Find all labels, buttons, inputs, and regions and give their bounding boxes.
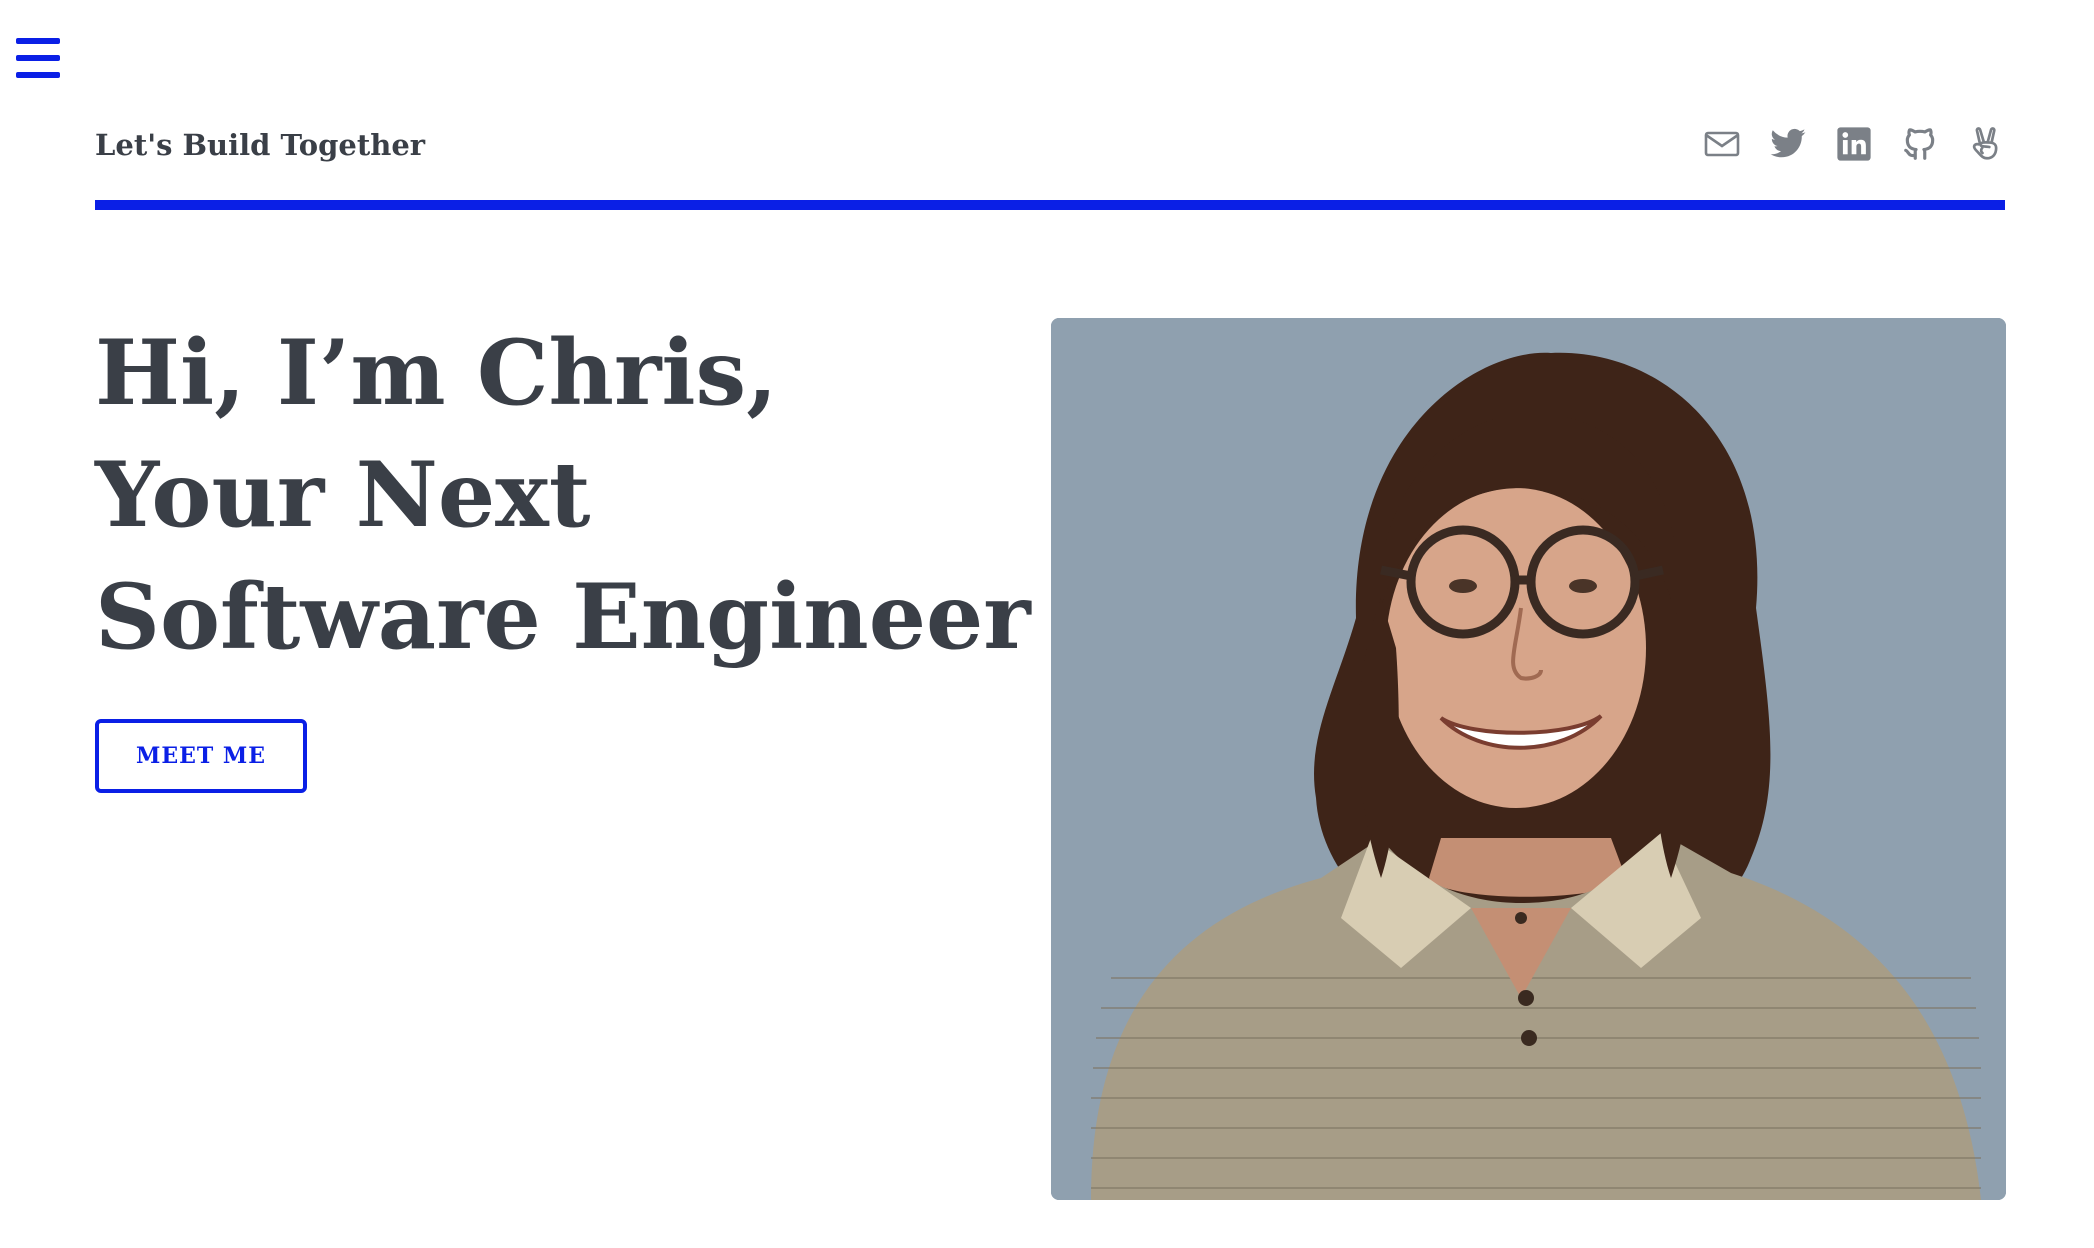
profile-photo-illustration [1051, 318, 2006, 1200]
profile-photo [1051, 318, 2006, 1200]
hero-line-2: Your Next [95, 442, 591, 548]
social-links [1703, 120, 2005, 168]
hero-line-1: Hi, I’m Chris, [95, 320, 778, 426]
brand-title[interactable]: Let's Build Together [95, 128, 425, 162]
github-icon[interactable] [1901, 125, 1939, 163]
linkedin-icon[interactable] [1835, 125, 1873, 163]
twitter-icon[interactable] [1769, 125, 1807, 163]
site-header: Let's Build Together [95, 120, 2005, 176]
header-divider [95, 200, 2005, 210]
hero-line-3: Software Engineer [95, 564, 1031, 670]
envelope-icon[interactable] [1703, 125, 1741, 163]
angellist-icon[interactable] [1967, 125, 2005, 163]
meet-me-button[interactable]: MEET ME [95, 719, 307, 793]
hamburger-menu-icon[interactable] [16, 38, 60, 78]
hero-heading: Hi, I’m Chris, Your Next Software Engine… [95, 312, 1031, 678]
